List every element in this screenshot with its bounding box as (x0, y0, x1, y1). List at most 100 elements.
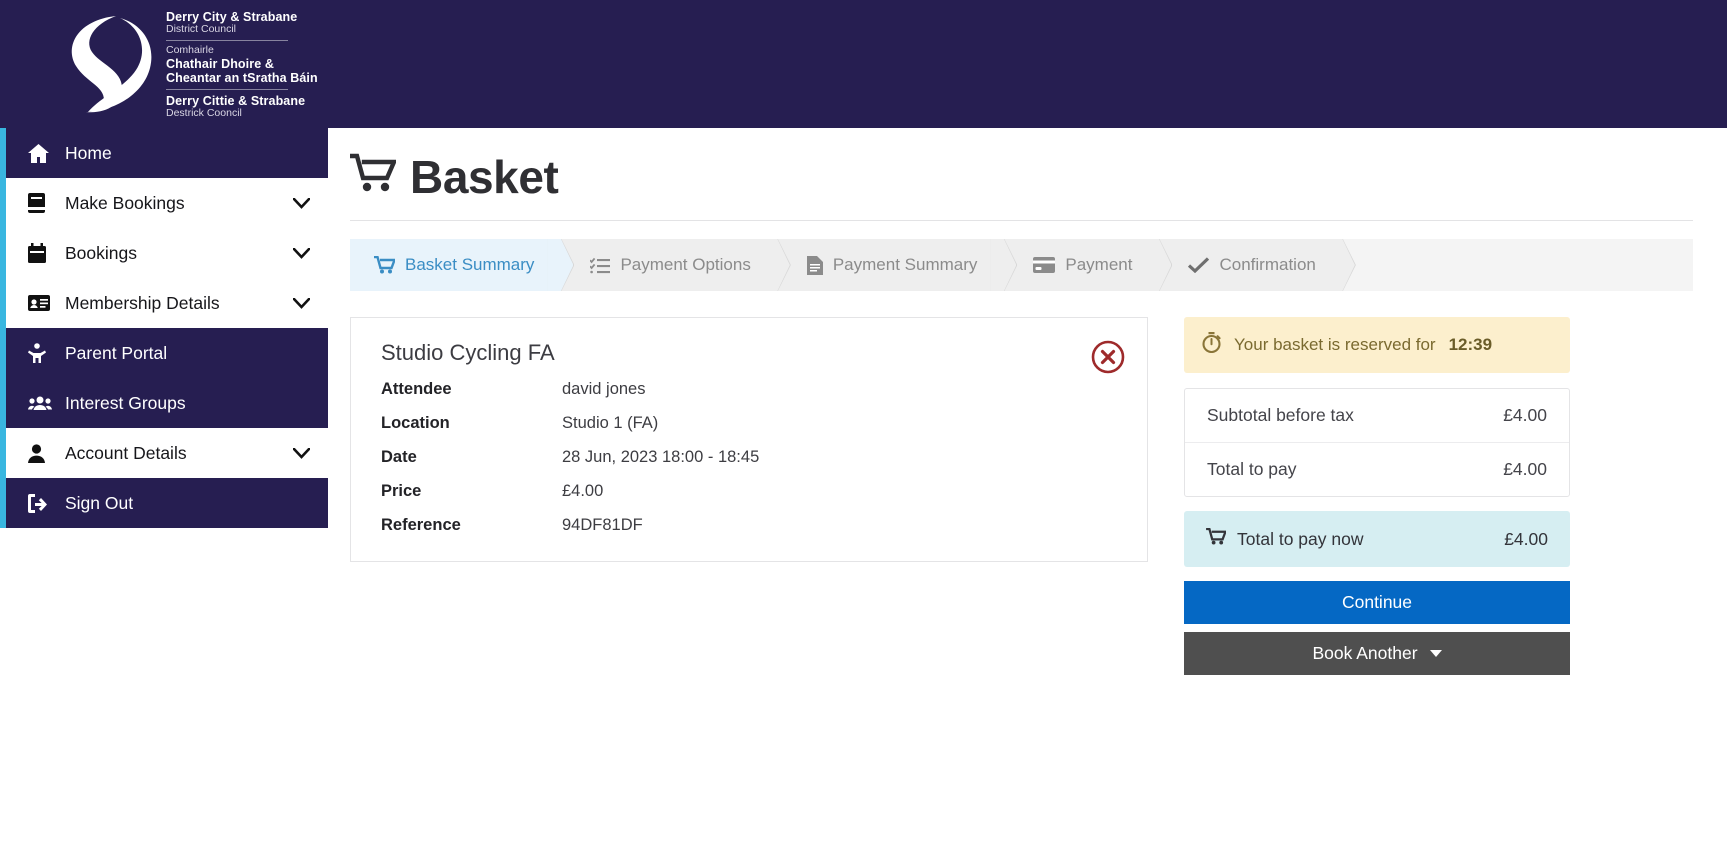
chevron-down-icon[interactable] (293, 297, 310, 309)
reservation-timer-banner: Your basket is reserved for 12:39 (1184, 317, 1570, 373)
step-basket-summary[interactable]: Basket Summary (350, 239, 561, 291)
totals-box: Subtotal before tax £4.00 Total to pay £… (1184, 388, 1570, 497)
user-icon (28, 443, 54, 463)
detail-row: Attendee david jones (381, 380, 1121, 399)
total-row-total-to-pay: Total to pay £4.00 (1185, 442, 1569, 496)
total-label: Subtotal before tax (1207, 405, 1354, 425)
check-icon (1188, 257, 1210, 273)
chevron-down-icon[interactable] (293, 197, 310, 209)
total-now-value: £4.00 (1504, 528, 1548, 549)
detail-row: Reference 94DF81DF (381, 516, 1121, 535)
sidebar-item-label: Account Details (65, 442, 187, 463)
step-label: Payment (1065, 255, 1133, 274)
document-icon (806, 255, 823, 275)
sidebar-item-parent-portal[interactable]: Parent Portal (6, 328, 328, 378)
sidebar-item-make-bookings[interactable]: Make Bookings (6, 178, 328, 228)
basket-summary-column: Your basket is reserved for 12:39 Subtot… (1184, 317, 1570, 675)
cart-icon (374, 256, 395, 274)
caret-down-icon (1429, 650, 1442, 657)
logo-line-6: Derry Cittie & Strabane (166, 93, 306, 108)
home-icon (28, 143, 54, 163)
page-title-text: Basket (410, 151, 559, 203)
step-confirmation[interactable]: Confirmation (1158, 239, 1342, 291)
remove-circle-icon[interactable] (1091, 340, 1125, 374)
logo-line-4: Chathair Dhoire & (166, 56, 274, 71)
timer-text: Your basket is reserved for (1234, 335, 1436, 354)
step-label: Payment Summary (832, 255, 978, 274)
timer-value: 12:39 (1448, 335, 1493, 354)
detail-label: Date (381, 448, 417, 466)
total-to-pay-now-row: Total to pay now £4.00 (1184, 511, 1570, 567)
detail-row: Location Studio 1 (FA) (381, 414, 1121, 433)
book-another-button[interactable]: Book Another (1184, 632, 1570, 675)
basket-item-title: Studio Cycling FA (381, 340, 555, 365)
detail-label: Attendee (381, 380, 452, 398)
total-now-label: Total to pay now (1237, 528, 1364, 549)
step-payment-options[interactable]: Payment Options (560, 239, 777, 291)
stopwatch-icon (1202, 332, 1221, 358)
shopping-cart-icon (347, 150, 398, 204)
calendar-icon (28, 243, 54, 263)
sidebar-item-sign-out[interactable]: Sign Out (6, 478, 328, 528)
sidebar-item-label: Bookings (65, 242, 137, 263)
detail-value: 28 Jun, 2023 18:00 - 18:45 (562, 448, 760, 466)
council-logo: Derry City & Strabane District Council C… (48, 8, 318, 119)
detail-value: £4.00 (562, 482, 604, 500)
sign-out-icon (28, 493, 54, 513)
detail-row: Date 28 Jun, 2023 18:00 - 18:45 (381, 448, 1121, 467)
detail-label: Reference (381, 516, 461, 534)
continue-button-label: Continue (1341, 592, 1413, 612)
step-label: Confirmation (1219, 255, 1316, 274)
continue-button[interactable]: Continue (1184, 581, 1570, 624)
step-label: Payment Options (620, 255, 751, 274)
logo-divider-2 (166, 88, 288, 90)
credit-card-icon (1033, 257, 1056, 273)
total-value: £4.00 (1503, 459, 1547, 479)
sidebar-item-bookings[interactable]: Bookings (6, 228, 328, 278)
page-title: Basket (347, 150, 1693, 220)
sidebar-item-home[interactable]: Home (6, 128, 328, 178)
total-row-subtotal: Subtotal before tax £4.00 (1185, 389, 1569, 442)
detail-value: 94DF81DF (562, 516, 643, 534)
sidebar-item-label: Membership Details (65, 292, 220, 313)
basket-item-card: Studio Cycling FA Attendee david jones L… (350, 317, 1148, 562)
site-header: Derry City & Strabane District Council C… (0, 0, 1727, 128)
chevron-down-icon[interactable] (293, 447, 310, 459)
total-value: £4.00 (1503, 405, 1547, 425)
logo-line-2: District Council (166, 23, 237, 36)
sidebar-item-interest-groups[interactable]: Interest Groups (6, 378, 328, 428)
sidebar-item-account-details[interactable]: Account Details (6, 428, 328, 478)
chevron-down-icon[interactable] (293, 247, 310, 259)
sidebar-item-label: Home (65, 142, 112, 163)
step-payment-summary[interactable]: Payment Summary (776, 239, 1004, 291)
step-track-filler (1341, 239, 1693, 291)
detail-value: david jones (562, 380, 646, 398)
users-icon (28, 395, 54, 411)
logo-line-7: Destrick Cooncil (166, 106, 242, 119)
logo-divider-1 (166, 40, 288, 42)
sidebar-item-label: Interest Groups (65, 392, 186, 413)
logo-line-1: Derry City & Strabane (166, 10, 298, 25)
list-check-icon (590, 257, 611, 274)
sidebar-item-label: Make Bookings (65, 192, 185, 213)
total-label: Total to pay (1207, 459, 1297, 479)
detail-row: Price £4.00 (381, 482, 1121, 501)
book-icon (28, 193, 54, 213)
basket-columns: Studio Cycling FA Attendee david jones L… (350, 317, 1693, 675)
sidebar-item-label: Sign Out (65, 492, 134, 513)
sidebar-item-membership-details[interactable]: Membership Details (6, 278, 328, 328)
logo-line-3: Comhairle (166, 44, 214, 57)
detail-label: Location (381, 414, 450, 432)
id-card-icon (28, 295, 54, 311)
basket-items-column: Studio Cycling FA Attendee david jones L… (350, 317, 1148, 562)
main-content: Basket Basket Summary Payment Options Pa… (328, 128, 1727, 675)
detail-label: Price (381, 482, 422, 500)
logo-line-5: Cheantar an tSratha Báin (166, 70, 318, 85)
child-icon (28, 343, 54, 363)
step-payment[interactable]: Payment (1003, 239, 1159, 291)
book-another-button-label: Book Another (1312, 643, 1418, 663)
step-label: Basket Summary (405, 255, 535, 274)
checkout-steps: Basket Summary Payment Options Payment S… (350, 239, 1693, 291)
logo-swirl-icon (71, 16, 152, 113)
detail-value: Studio 1 (FA) (562, 414, 659, 432)
